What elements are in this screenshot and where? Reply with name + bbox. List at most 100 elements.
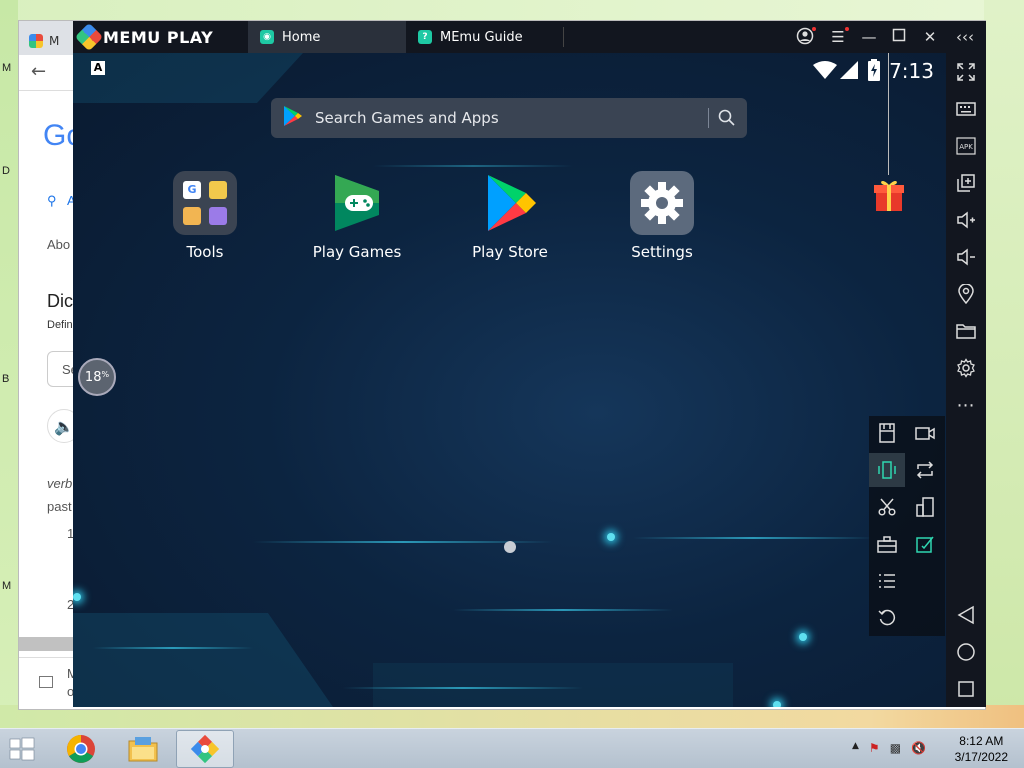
tense-text: past	[47, 499, 72, 514]
settings-gear-icon	[630, 171, 694, 235]
sync-operation-icon[interactable]	[907, 453, 943, 487]
play-store-app-icon	[478, 171, 542, 235]
minimize-icon[interactable]: —	[859, 27, 879, 47]
status-time: 7:13	[889, 59, 934, 83]
windows-start-icon[interactable]	[8, 736, 36, 762]
memu-taskbar-icon[interactable]	[176, 730, 234, 768]
progress-indicator[interactable]: 18%	[78, 358, 116, 396]
scissors-icon[interactable]	[869, 490, 905, 524]
fullscreen-icon[interactable]	[951, 57, 981, 87]
tab-separator	[563, 27, 564, 47]
search-icon: ⚲	[47, 193, 57, 208]
memu-logo-icon	[74, 22, 104, 52]
app-play-games[interactable]: Play Games	[287, 171, 427, 261]
video-record-icon[interactable]	[907, 416, 943, 450]
flag-alert-icon[interactable]: ⚑	[869, 741, 880, 755]
desktop-icon-label[interactable]: M	[2, 62, 11, 74]
page-indicator	[504, 541, 516, 553]
file-explorer-taskbar-icon[interactable]	[114, 730, 172, 768]
part-of-speech-text: verb	[47, 476, 73, 491]
folder-icon[interactable]	[951, 316, 981, 346]
app-tools[interactable]: G Tools	[135, 171, 275, 261]
notification-dot	[812, 27, 816, 31]
list-icon[interactable]	[869, 564, 905, 598]
tab-memu-guide-label: MEmu Guide	[440, 29, 523, 45]
app-label: Play Games	[312, 243, 402, 261]
app-play-store[interactable]: Play Store	[440, 171, 580, 261]
wallpaper-glow-line	[93, 647, 253, 649]
collapse-sidebar-icon[interactable]: ‹‹‹	[955, 27, 975, 47]
wallpaper-glow-line	[633, 537, 873, 539]
wallpaper-shape	[73, 613, 333, 707]
tab-memu-guide[interactable]: ? MEmu Guide	[406, 21, 563, 53]
maximize-icon[interactable]	[889, 27, 909, 47]
notification-dot	[845, 27, 849, 31]
memu-right-sidebar: APK ⋯	[946, 53, 986, 707]
wallpaper-shape	[73, 53, 303, 103]
android-back-icon[interactable]	[951, 600, 981, 630]
apk-install-icon[interactable]: APK	[951, 131, 981, 161]
chrome-tab-label: M	[49, 34, 60, 48]
keyboard-mapping-icon[interactable]	[951, 94, 981, 124]
horizontal-scrollbar-thumb[interactable]	[19, 637, 79, 651]
toolbox-icon[interactable]	[869, 527, 905, 561]
app-label: Tools	[186, 243, 224, 261]
show-hidden-icons-icon[interactable]: ▲	[852, 741, 859, 755]
android-screen[interactable]: A 7:13 Search Games and Apps G Tools Pla…	[73, 53, 946, 707]
keyboard-indicator-icon: A	[91, 61, 105, 75]
wallpaper-glow-line	[343, 687, 583, 689]
back-arrow-icon[interactable]: ←	[31, 61, 53, 83]
wallpaper-glow-dot	[73, 593, 81, 601]
close-icon[interactable]: ✕	[920, 27, 940, 47]
settings-icon[interactable]	[951, 353, 981, 383]
clock[interactable]: 8:12 AM 3/17/2022	[955, 733, 1008, 765]
tab-home[interactable]: ◉ Home	[248, 21, 406, 53]
desktop-icon-label[interactable]: B	[2, 373, 9, 385]
android-home-icon[interactable]	[951, 637, 981, 667]
desktop-wallpaper-left	[0, 0, 18, 728]
desktop-icon-label[interactable]: D	[2, 165, 10, 177]
gift-string	[888, 53, 889, 175]
chrome-taskbar-icon[interactable]	[52, 730, 110, 768]
sd-card-icon[interactable]	[869, 416, 905, 450]
cellular-signal-icon	[840, 61, 858, 83]
memu-window: MEMU PLAY ◉ Home ? MEmu Guide ☰ — ✕ ‹‹‹	[73, 21, 986, 707]
gift-icon[interactable]	[872, 175, 906, 211]
search-icon[interactable]	[717, 108, 737, 128]
app-settings[interactable]: Settings	[592, 171, 732, 261]
tab-home-label: Home	[282, 29, 321, 45]
play-games-icon	[325, 171, 389, 235]
floating-tool-panel	[869, 416, 945, 636]
app-label: Play Store	[472, 243, 548, 261]
dictionary-title: Dic	[47, 291, 73, 311]
file-icon	[39, 676, 53, 688]
multi-window-icon[interactable]	[907, 490, 943, 524]
edit-icon[interactable]	[907, 527, 943, 561]
memu-titlebar: MEMU PLAY ◉ Home ? MEmu Guide ☰ — ✕ ‹‹‹	[73, 21, 986, 53]
more-icon[interactable]: ⋯	[951, 390, 981, 420]
tools-folder-icon: G	[173, 171, 237, 235]
search-placeholder: Search Games and Apps	[315, 109, 499, 127]
chrome-tab[interactable]: M	[29, 27, 69, 55]
svg-text:APK: APK	[959, 143, 973, 151]
clock-date: 3/17/2022	[954, 750, 1008, 764]
reset-icon[interactable]	[869, 601, 905, 635]
wallpaper-glow-line	[373, 165, 573, 167]
wallpaper-shape	[373, 663, 733, 707]
memu-home-icon: ◉	[260, 30, 274, 44]
volume-up-icon[interactable]	[951, 205, 981, 235]
play-store-icon	[283, 105, 303, 131]
battery-charging-icon	[868, 59, 880, 85]
location-icon[interactable]	[951, 279, 981, 309]
volume-down-icon[interactable]	[951, 242, 981, 272]
windows-taskbar: ▲ ⚑ ▩ 🔇 8:12 AM 3/17/2022	[0, 728, 1024, 768]
desktop-icon-label[interactable]: M	[2, 580, 11, 592]
search-bar[interactable]: Search Games and Apps	[271, 98, 747, 138]
dictionary-subtitle: Defin	[47, 319, 73, 331]
multi-instance-icon[interactable]	[951, 168, 981, 198]
shake-icon[interactable]	[869, 453, 905, 487]
android-recents-icon[interactable]	[951, 674, 981, 704]
volume-muted-icon[interactable]: 🔇	[911, 741, 926, 755]
wallpaper-glow-dot	[607, 533, 615, 541]
network-icon[interactable]: ▩	[890, 741, 901, 755]
